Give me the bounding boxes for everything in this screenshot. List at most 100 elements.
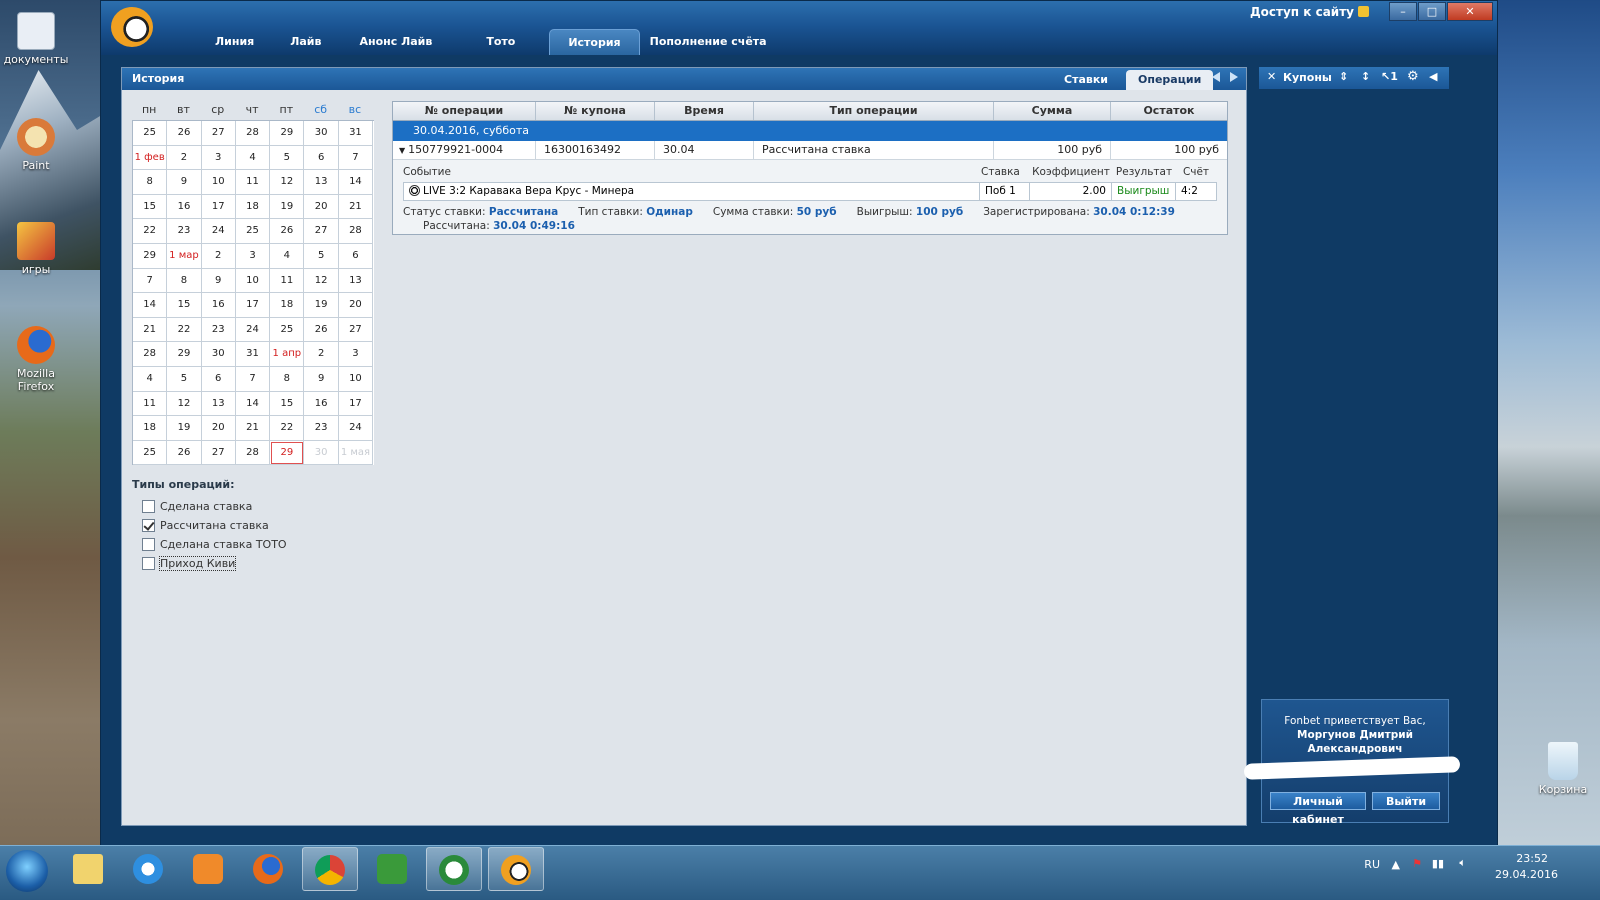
calendar-day[interactable]: 31: [338, 121, 374, 146]
calendar-day[interactable]: 5: [167, 366, 202, 392]
table-row[interactable]: ▼150779921-0004 16300163492 30.04 00:49:…: [393, 141, 1227, 174]
taskbar-firefox[interactable]: [240, 847, 296, 891]
calendar-day[interactable]: 10: [235, 268, 271, 294]
calendar-day[interactable]: 24: [338, 416, 374, 441]
calendar-day[interactable]: 23: [201, 317, 236, 343]
calendar-day[interactable]: 26: [167, 440, 202, 466]
arrow-right-icon[interactable]: [1230, 72, 1238, 82]
calendar-day[interactable]: 5: [270, 145, 305, 171]
calendar-day[interactable]: 11: [270, 268, 305, 294]
checkbox[interactable]: [142, 538, 155, 551]
calendar-day[interactable]: 15: [270, 391, 305, 417]
calendar-day[interactable]: 27: [304, 219, 339, 244]
tray-arrow-icon[interactable]: ▲: [1392, 858, 1400, 871]
optype-bet-placed[interactable]: Сделана ставка: [142, 497, 287, 516]
calendar-day[interactable]: 15: [133, 194, 168, 220]
calendar-day[interactable]: 11: [235, 170, 271, 195]
calendar-day[interactable]: 16: [167, 194, 202, 220]
calendar-day[interactable]: 18: [133, 416, 168, 441]
tab-line[interactable]: Линия: [197, 29, 272, 55]
calendar-day[interactable]: 24: [235, 317, 271, 343]
calendar-day[interactable]: 13: [338, 268, 374, 294]
taskbar-fonbet[interactable]: [488, 847, 544, 891]
col-balance[interactable]: Остаток: [1111, 102, 1227, 120]
taskbar-ie[interactable]: [120, 847, 176, 891]
calendar-day[interactable]: 17: [235, 293, 271, 318]
calendar-day[interactable]: 26: [304, 317, 339, 343]
calendar-day[interactable]: 3: [201, 145, 236, 171]
calendar-day[interactable]: 2: [167, 145, 202, 171]
clock-time[interactable]: 23:52: [1516, 852, 1548, 865]
close-button[interactable]: ✕: [1447, 2, 1493, 21]
calendar-day[interactable]: 26: [167, 121, 202, 146]
calendar-day[interactable]: 12: [304, 268, 339, 294]
calendar-day[interactable]: 30: [201, 342, 236, 367]
calendar-day[interactable]: 14: [133, 293, 168, 318]
tab-deposit[interactable]: Пополнение счёта: [640, 29, 777, 55]
calendar-day[interactable]: 28: [235, 121, 271, 146]
subtab-operations[interactable]: Операции: [1126, 70, 1214, 90]
calendar-day[interactable]: 7: [338, 145, 374, 171]
desktop-icon-paint[interactable]: Paint: [0, 118, 72, 172]
calendar-day[interactable]: 19: [270, 194, 305, 220]
calendar-day[interactable]: 16: [201, 293, 236, 318]
calendar-day[interactable]: 6: [304, 145, 339, 171]
optype-toto-bet[interactable]: Сделана ставка ТОТО: [142, 535, 287, 554]
flag-icon[interactable]: ⚑: [1412, 857, 1422, 870]
col-op-number[interactable]: № операции: [393, 102, 536, 120]
maximize-button[interactable]: □: [1418, 2, 1446, 21]
calendar-day[interactable]: 11: [133, 391, 168, 417]
language-indicator[interactable]: RU: [1364, 858, 1380, 871]
optype-qiwi-income[interactable]: Приход Киви: [142, 554, 287, 573]
calendar-day[interactable]: 28: [235, 440, 271, 466]
close-coupons-icon[interactable]: ✕: [1267, 70, 1276, 83]
calendar-day[interactable]: 13: [304, 170, 339, 195]
taskbar-chrome[interactable]: [302, 847, 358, 891]
volume-icon[interactable]: 🔈︎: [1459, 856, 1466, 870]
calendar-day[interactable]: 10: [338, 366, 374, 392]
calendar-day[interactable]: 23: [167, 219, 202, 244]
calendar-day[interactable]: 21: [338, 194, 374, 220]
calendar-day[interactable]: 9: [304, 366, 339, 392]
calendar-day[interactable]: 8: [133, 170, 168, 195]
start-button-icon[interactable]: [6, 850, 48, 892]
calendar-day[interactable]: 1 апр: [270, 342, 305, 367]
logout-button[interactable]: Выйти: [1372, 792, 1440, 810]
tab-live[interactable]: Лайв: [272, 29, 339, 55]
coupon-single-icon[interactable]: ↖1: [1381, 70, 1398, 83]
coupon-mode-icon[interactable]: ⇕: [1339, 70, 1348, 83]
calendar-day[interactable]: 18: [235, 194, 271, 220]
calendar-day[interactable]: 16: [304, 391, 339, 417]
calendar-day[interactable]: 31: [235, 342, 271, 367]
calendar-day[interactable]: 25: [235, 219, 271, 244]
calendar-day[interactable]: 18: [270, 293, 305, 318]
calendar-day[interactable]: 4: [235, 145, 271, 171]
coupon-sort-icon[interactable]: ↕: [1361, 70, 1370, 83]
calendar-day[interactable]: 7: [133, 268, 168, 294]
calendar-day[interactable]: 17: [201, 194, 236, 220]
calendar-day[interactable]: 8: [167, 268, 202, 294]
calendar-day[interactable]: 25: [133, 121, 168, 146]
calendar-day[interactable]: 20: [338, 293, 374, 318]
optype-bet-settled[interactable]: Рассчитана ставка: [142, 516, 287, 535]
calendar-day[interactable]: 3: [338, 342, 374, 367]
calendar-day[interactable]: 29: [270, 440, 305, 466]
calendar-day[interactable]: 7: [235, 366, 271, 392]
calendar-day[interactable]: 5: [304, 243, 339, 269]
calendar-day[interactable]: 10: [201, 170, 236, 195]
clock-date[interactable]: 29.04.2016: [1495, 868, 1558, 881]
calendar-day[interactable]: 4: [270, 243, 305, 269]
calendar-day[interactable]: 28: [133, 342, 168, 367]
subtab-bets[interactable]: Ставки: [1052, 70, 1120, 90]
taskbar-camtasia[interactable]: [364, 847, 420, 891]
calendar-day[interactable]: 23: [304, 416, 339, 441]
collapse-arrow-icon[interactable]: ◀: [1429, 70, 1437, 83]
calendar-day[interactable]: 6: [201, 366, 236, 392]
calendar-day[interactable]: 20: [201, 416, 236, 441]
calendar-day[interactable]: 2: [201, 243, 236, 269]
calendar-day[interactable]: 22: [167, 317, 202, 343]
calendar-day[interactable]: 6: [338, 243, 374, 269]
calendar-day[interactable]: 24: [201, 219, 236, 244]
col-sum[interactable]: Сумма: [994, 102, 1111, 120]
gear-icon[interactable]: ⚙: [1407, 69, 1419, 84]
